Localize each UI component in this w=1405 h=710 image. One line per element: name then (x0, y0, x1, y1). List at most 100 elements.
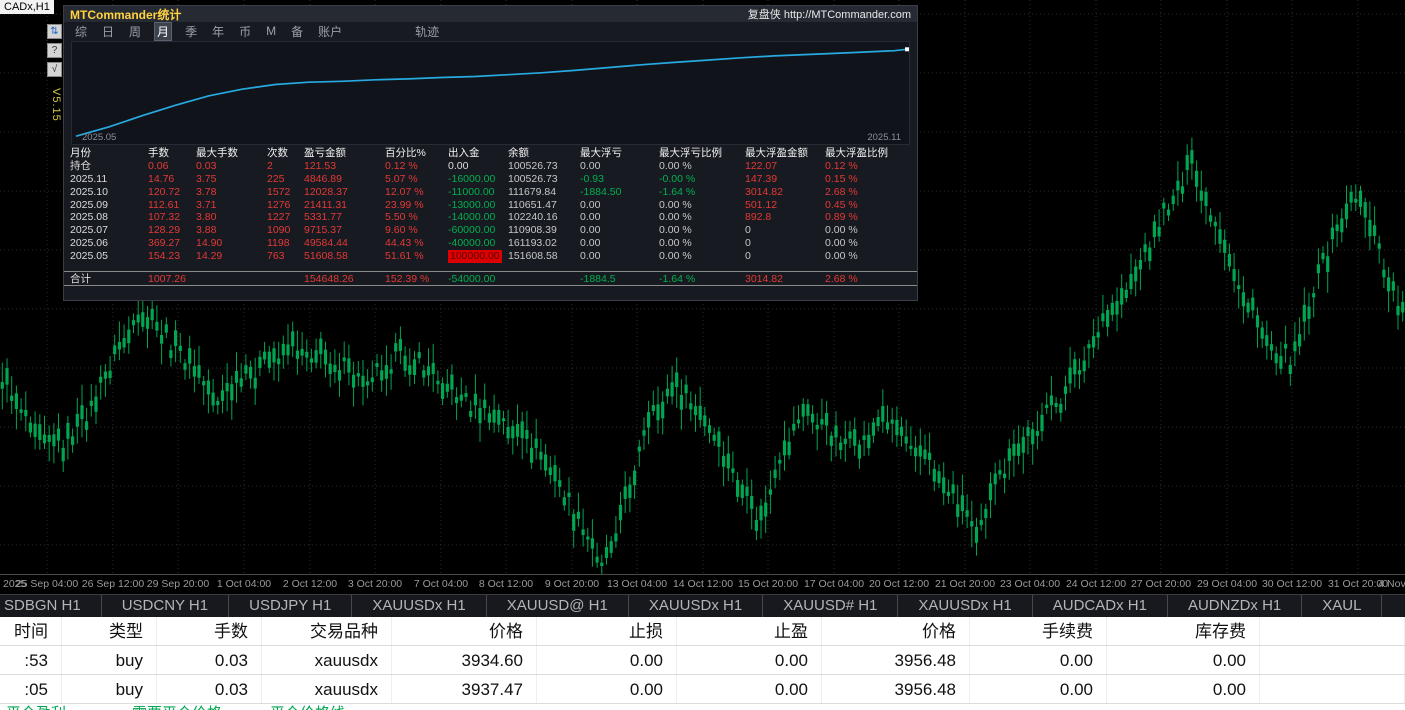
stats-cell: 5331.77 (304, 211, 385, 224)
stats-tab-月[interactable]: 月 (154, 22, 172, 41)
trade-header-row[interactable]: 时间类型手数交易品种价格止损止盈价格手续费库存费 (0, 617, 1405, 646)
stats-cell: 0.00 % (659, 250, 745, 263)
trade-cell: 0.00 (970, 675, 1107, 703)
stats-cell: 2.68 % (825, 272, 917, 285)
stats-cell: 2025.05 (70, 250, 148, 263)
arrows-icon[interactable]: ⇅ (47, 24, 62, 39)
symbol-tab[interactable]: AUDCADx H1 (1033, 595, 1168, 617)
stats-cell: -60000.00 (448, 224, 508, 237)
trade-cell: 0.00 (677, 675, 822, 703)
trade-panel: 时间类型手数交易品种价格止损止盈价格手续费库存费:53buy0.03xauusd… (0, 617, 1405, 710)
symbol-tab[interactable]: XAUUSDx H1 (898, 595, 1032, 617)
stats-cell: -1.64 % (659, 272, 745, 285)
stats-cell: 51.61 % (385, 250, 448, 263)
trade-cell: 库存费 (1107, 617, 1260, 645)
stats-cell: 1227 (267, 211, 304, 224)
symbol-tab[interactable]: XAUUSD# H1 (763, 595, 898, 617)
symbol-tab[interactable]: XAUUSD@ H1 (487, 595, 629, 617)
stats-cell: 151608.58 (508, 250, 580, 263)
equity-curve-chart[interactable]: 2025.05 2025.11 (71, 41, 910, 145)
mt-terminal-window: 202525 Sep 04:0026 Sep 12:0029 Sep 20:00… (0, 0, 1405, 710)
stats-cell: 1276 (267, 199, 304, 212)
stats-tab-日[interactable]: 日 (100, 23, 116, 40)
stats-tab-季[interactable]: 季 (183, 23, 199, 40)
stats-cell: -54000.00 (448, 272, 508, 285)
stats-cell: 9715.37 (304, 224, 385, 237)
trade-cell: 手数 (157, 617, 262, 645)
trade-cell: 3956.48 (822, 646, 970, 674)
trade-cell: 0.00 (970, 646, 1107, 674)
stats-cell: 14.90 (196, 237, 267, 250)
time-axis-label: 17 Oct 04:00 (804, 578, 864, 590)
stats-tab-综[interactable]: 综 (73, 23, 89, 40)
equity-axis-end: 2025.11 (867, 132, 901, 143)
stats-header-row[interactable]: 月份手数最大手数次数盈亏金额百分比%出入金余额最大浮亏最大浮亏比例最大浮盈金额最… (64, 147, 917, 160)
stats-total-row[interactable]: 合计1007.26154648.26152.39 %-54000.00-1884… (64, 271, 917, 286)
stats-cell: 3.88 (196, 224, 267, 237)
symbol-tab[interactable]: USDCNY H1 (102, 595, 229, 617)
stats-tab-币[interactable]: 币 (237, 23, 253, 40)
stats-tab-轨迹[interactable]: 轨迹 (413, 23, 441, 40)
time-axis-label: 26 Sep 12:00 (82, 578, 144, 590)
stats-cell: 501.12 (745, 199, 825, 212)
stats-cell: 2 (267, 160, 304, 173)
symbol-tab[interactable]: USDJPY H1 (229, 595, 352, 617)
stats-panel: MTCommander统计 复盘侠 http://MTCommander.com… (63, 5, 918, 301)
trade-cell: 0.03 (157, 675, 262, 703)
stats-cell: 0.00 % (659, 211, 745, 224)
stats-row[interactable]: 2025.1114.763.752254846.895.07 %-16000.0… (64, 173, 917, 186)
stats-cell: 14.76 (148, 173, 196, 186)
stats-cell: 100526.73 (508, 173, 580, 186)
symbol-tab[interactable]: XAUUSDx H1 (629, 595, 763, 617)
stats-row[interactable]: 2025.08107.323.8012275331.775.50 %-14000… (64, 211, 917, 224)
symbol-tab[interactable]: XAUUSDx H1 (352, 595, 486, 617)
stats-cell: 0.00 % (659, 160, 745, 173)
stats-row[interactable]: 持仓0.060.032121.530.12 %0.00100526.730.00… (64, 160, 917, 173)
time-axis-label: 29 Oct 04:00 (1197, 578, 1257, 590)
stats-cell: 0 (745, 250, 825, 263)
stats-cell: 0.00 % (659, 237, 745, 250)
stats-cell: 112.61 (148, 199, 196, 212)
trade-cell: xauusdx (262, 646, 392, 674)
stats-tab-周[interactable]: 周 (127, 23, 143, 40)
trade-cell (1260, 675, 1405, 703)
stats-row[interactable]: 2025.10120.723.78157212028.3712.07 %-110… (64, 186, 917, 199)
stats-cell: 出入金 (448, 147, 508, 160)
symbol-tab[interactable]: AUDNZDx H1 (1168, 595, 1302, 617)
time-axis-label: 1 Oct 04:00 (217, 578, 271, 590)
symbol-tab[interactable]: XAUL (1302, 595, 1382, 617)
time-axis-label: 25 Sep 04:00 (16, 578, 78, 590)
stats-tab-账户[interactable]: 账户 (316, 23, 344, 40)
time-axis-label: 23 Oct 04:00 (1000, 578, 1060, 590)
stats-cell: 111679.84 (508, 186, 580, 199)
stats-row[interactable]: 2025.06369.2714.90119849584.4444.43 %-40… (64, 237, 917, 250)
stats-cell: -1884.5 (580, 272, 659, 285)
symbol-tab[interactable]: SDBGN H1 (0, 595, 102, 617)
stats-cell: -14000.00 (448, 211, 508, 224)
stats-cell: 0.00 % (659, 224, 745, 237)
stats-cell: 1198 (267, 237, 304, 250)
stats-row[interactable]: 2025.09112.613.71127621411.3123.99 %-130… (64, 199, 917, 212)
stats-tab-备[interactable]: 备 (289, 23, 305, 40)
equity-curve-line (72, 42, 911, 144)
stats-cell: 152.39 % (385, 272, 448, 285)
stats-tab-M[interactable]: M (264, 24, 278, 38)
stats-cell: 3014.82 (745, 186, 825, 199)
trade-row[interactable]: :05buy0.03xauusdx3937.470.000.003956.480… (0, 675, 1405, 704)
chart-time-axis: 202525 Sep 04:0026 Sep 12:0029 Sep 20:00… (0, 574, 1405, 594)
stats-row[interactable]: 2025.07128.293.8810909715.379.60 %-60000… (64, 224, 917, 237)
stats-cell: 百分比% (385, 147, 448, 160)
help-icon[interactable]: ? (47, 43, 62, 58)
trade-row[interactable]: :53buy0.03xauusdx3934.600.000.003956.480… (0, 646, 1405, 675)
stats-cell: 0.00 % (825, 237, 917, 250)
stats-cell: -16000.00 (448, 173, 508, 186)
stats-panel-site-link[interactable]: 复盘侠 http://MTCommander.com (748, 6, 911, 22)
stats-cell: -13000.00 (448, 199, 508, 212)
stats-row[interactable]: 2025.05154.2314.2976351608.5851.61 %1000… (64, 250, 917, 263)
stats-panel-titlebar[interactable]: MTCommander统计 复盘侠 http://MTCommander.com (64, 6, 917, 22)
stats-tab-年[interactable]: 年 (210, 23, 226, 40)
stats-cell: 1090 (267, 224, 304, 237)
stats-cell: 369.27 (148, 237, 196, 250)
chart-symbol-tab-bar: SDBGN H1USDCNY H1USDJPY H1XAUUSDx H1XAUU… (0, 594, 1405, 617)
check-icon[interactable]: √ (47, 62, 62, 77)
